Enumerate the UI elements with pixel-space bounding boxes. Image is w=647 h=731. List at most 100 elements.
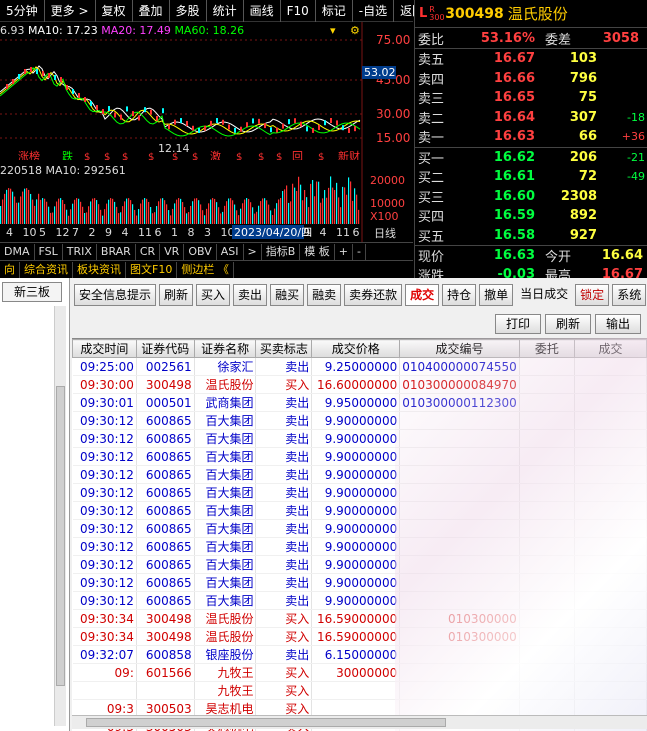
table-row[interactable]: 09:30:12 600865 百大集团 卖出 9.90000000 bbox=[72, 429, 647, 448]
settings-gear-icon[interactable]: ⚙ bbox=[350, 24, 360, 37]
table-row[interactable]: 09:30:01 000501 武商集团 卖出 9.95000000 0103000001… bbox=[72, 393, 647, 412]
table-row[interactable]: 09:30:12 600865 百大集团 卖出 9.90000000 bbox=[72, 591, 647, 610]
stock-name: 温氏股份 bbox=[507, 5, 568, 23]
table-cell bbox=[399, 519, 520, 538]
chart-toolbar-item[interactable]: 更多 > bbox=[45, 0, 96, 22]
chart-toolbar-item[interactable]: 5分钟 bbox=[0, 0, 45, 22]
indicator-button[interactable]: TRIX bbox=[63, 243, 97, 260]
trade-button[interactable]: 卖券还款 bbox=[344, 284, 403, 306]
table-row[interactable]: 09:30:34 300498 温氏股份 买入 16.59000000 010300000 bbox=[72, 627, 647, 646]
info-tab[interactable]: 综合资讯 bbox=[20, 261, 73, 278]
volume-bar bbox=[298, 176, 300, 224]
column-header[interactable]: 委托 bbox=[518, 339, 576, 358]
table-cell bbox=[519, 393, 576, 412]
volume-axis-label: 10000 bbox=[370, 197, 405, 210]
indicator-button[interactable]: OBV bbox=[184, 243, 217, 260]
table-row[interactable]: 09:32:07 600858 银座股份 卖出 6.15000000 bbox=[72, 645, 647, 664]
trade-button[interactable]: 融买 bbox=[270, 284, 305, 306]
info-tab[interactable]: 侧边栏 《 bbox=[177, 261, 234, 278]
chart-toolbar-item[interactable]: 叠加 bbox=[133, 0, 170, 22]
indicator-button[interactable]: DMA bbox=[0, 243, 35, 260]
volume-bar bbox=[344, 187, 346, 224]
table-cell bbox=[574, 609, 647, 628]
info-tab[interactable]: 向 bbox=[0, 261, 20, 278]
trade-button[interactable]: 安全信息提示 bbox=[74, 284, 157, 306]
info-tab[interactable]: 板块资讯 bbox=[73, 261, 126, 278]
period-label[interactable]: 日线 bbox=[374, 226, 396, 240]
chart-toolbar-item[interactable]: 画线 bbox=[244, 0, 281, 22]
table-row[interactable]: 09:30:12 600865 百大集团 卖出 9.90000000 bbox=[72, 411, 647, 430]
column-header[interactable]: 成交时间 bbox=[72, 339, 137, 358]
trade-button[interactable]: 卖出 bbox=[233, 284, 268, 306]
trade-button[interactable]: 系统 bbox=[612, 284, 647, 306]
table-row[interactable]: 09:30:12 600865 百大集团 卖出 9.90000000 bbox=[72, 537, 647, 556]
trade-button[interactable]: 刷新 bbox=[159, 284, 194, 306]
indicator-button[interactable]: 指标B bbox=[262, 243, 301, 260]
left-scroll-thumb[interactable] bbox=[56, 386, 65, 686]
table-cell: 600865 bbox=[136, 555, 195, 574]
table-row[interactable]: 09:30:12 600865 百大集团 卖出 9.90000000 bbox=[72, 447, 647, 466]
left-scrollbar[interactable] bbox=[54, 306, 66, 726]
indicator-button[interactable]: FSL bbox=[35, 243, 63, 260]
chart-toolbar-item[interactable]: 多股 bbox=[170, 0, 207, 22]
indicator-button[interactable]: 模 板 bbox=[300, 243, 335, 260]
table-row[interactable]: 09:30:12 600865 百大集团 卖出 9.90000000 bbox=[72, 501, 647, 520]
column-header[interactable]: 买卖标志 bbox=[255, 339, 313, 358]
time-axis-label: 8 bbox=[188, 226, 195, 239]
indicator-button[interactable]: CR bbox=[136, 243, 161, 260]
volume-bar bbox=[218, 207, 220, 224]
table-action-button[interactable]: 打印 bbox=[494, 314, 541, 334]
table-cell: 010400000074550 bbox=[399, 357, 520, 376]
chart-toolbar-item[interactable]: F10 bbox=[281, 0, 316, 22]
volume-bar bbox=[4, 193, 6, 224]
trade-button[interactable]: 撤单 bbox=[479, 284, 514, 306]
candle bbox=[144, 107, 146, 113]
trade-button[interactable]: 持仓 bbox=[442, 284, 477, 306]
trade-button[interactable]: 锁定 bbox=[575, 284, 610, 306]
chart-toolbar-item[interactable]: 标记 bbox=[316, 0, 353, 22]
indicator-button[interactable]: VR bbox=[160, 243, 185, 260]
table-row[interactable]: 九牧王 买入 bbox=[72, 681, 647, 700]
table-row[interactable]: 09:25:00 002561 徐家汇 卖出 9.25000000 01040000007… bbox=[72, 357, 647, 376]
table-row[interactable]: 09:30:12 600865 百大集团 卖出 9.90000000 bbox=[72, 483, 647, 502]
open-value: 16.64 bbox=[601, 247, 643, 263]
new-third-board-button[interactable]: 新三板 bbox=[2, 282, 62, 302]
current-price-tag: 53.02 bbox=[364, 66, 396, 79]
table-row[interactable]: 09:30:00 300498 温氏股份 买入 16.60000000 010300000… bbox=[72, 375, 647, 394]
dropdown-icon[interactable]: ▾ bbox=[330, 24, 336, 37]
table-row[interactable]: 09: 601566 九牧王 买入 30000000 bbox=[72, 663, 647, 682]
table-row[interactable]: 09:30:12 600865 百大集团 卖出 9.90000000 bbox=[72, 465, 647, 484]
indicator-button[interactable]: + bbox=[335, 243, 353, 260]
trade-button[interactable]: 融卖 bbox=[307, 284, 342, 306]
time-axis-label: 7 bbox=[72, 226, 79, 239]
table-cell: 601566 bbox=[136, 663, 195, 682]
table-row[interactable]: 09:30:34 300498 温氏股份 买入 16.59000000 010300000 bbox=[72, 609, 647, 628]
indicator-button[interactable]: BRAR bbox=[97, 243, 136, 260]
trade-button[interactable]: 成交 bbox=[405, 284, 440, 306]
table-action-button[interactable]: 刷新 bbox=[544, 314, 591, 334]
indicator-button[interactable]: - bbox=[353, 243, 366, 260]
indicator-button[interactable]: ASI bbox=[217, 243, 244, 260]
column-header[interactable]: 证券名称 bbox=[193, 339, 257, 358]
left-nav-pane: 新三板 bbox=[0, 278, 70, 731]
horizontal-scrollbar[interactable] bbox=[72, 715, 647, 729]
info-tab[interactable]: 图文F10 bbox=[126, 261, 178, 278]
chart-toolbar-item[interactable]: -自选 bbox=[353, 0, 395, 22]
trade-button[interactable]: 买入 bbox=[196, 284, 231, 306]
volume-bar bbox=[24, 188, 26, 224]
volume-bar bbox=[192, 201, 194, 224]
column-header[interactable]: 证券代码 bbox=[135, 339, 195, 358]
indicator-button[interactable]: > bbox=[244, 243, 262, 260]
table-row[interactable]: 09:30:12 600865 百大集团 卖出 9.90000000 bbox=[72, 555, 647, 574]
table-action-button[interactable]: 输出 bbox=[594, 314, 641, 334]
chart-toolbar-item[interactable]: 统计 bbox=[207, 0, 244, 22]
table-row[interactable]: 09:30:12 600865 百大集团 卖出 9.90000000 bbox=[72, 519, 647, 538]
volume-bar bbox=[144, 198, 146, 224]
table-row[interactable]: 09:30:12 600865 百大集团 卖出 9.90000000 bbox=[72, 573, 647, 592]
trade-button[interactable]: 当日成交 bbox=[516, 284, 572, 306]
column-header[interactable]: 成交 bbox=[574, 339, 647, 358]
chart-toolbar-item[interactable]: 复权 bbox=[96, 0, 133, 22]
column-header[interactable]: 成交价格 bbox=[311, 339, 401, 358]
column-header[interactable]: 成交编号 bbox=[399, 339, 520, 358]
horizontal-scroll-thumb[interactable] bbox=[86, 718, 446, 727]
